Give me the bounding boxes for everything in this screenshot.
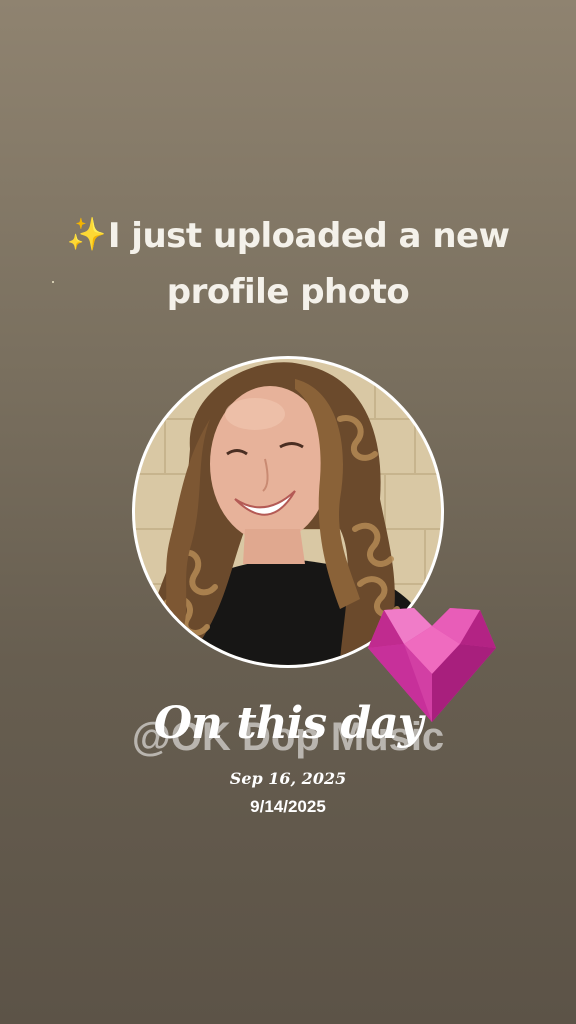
sparkles-icon: ✨ (66, 215, 106, 253)
decorative-dot (52, 281, 54, 283)
headline-text-1: I just uploaded a new (107, 216, 510, 256)
headline-line-1: ✨I just uploaded a new (60, 208, 516, 264)
story-card: ✨I just uploaded a new profile photo @OK… (0, 0, 576, 1024)
on-this-day-title: On this day (153, 698, 424, 749)
original-post-date: 9/14/2025 (250, 797, 326, 816)
headline-line-2: profile photo (166, 272, 410, 312)
story-headline: ✨I just uploaded a new profile photo (60, 208, 516, 320)
on-this-day-date: Sep 16, 2025 (229, 769, 347, 788)
